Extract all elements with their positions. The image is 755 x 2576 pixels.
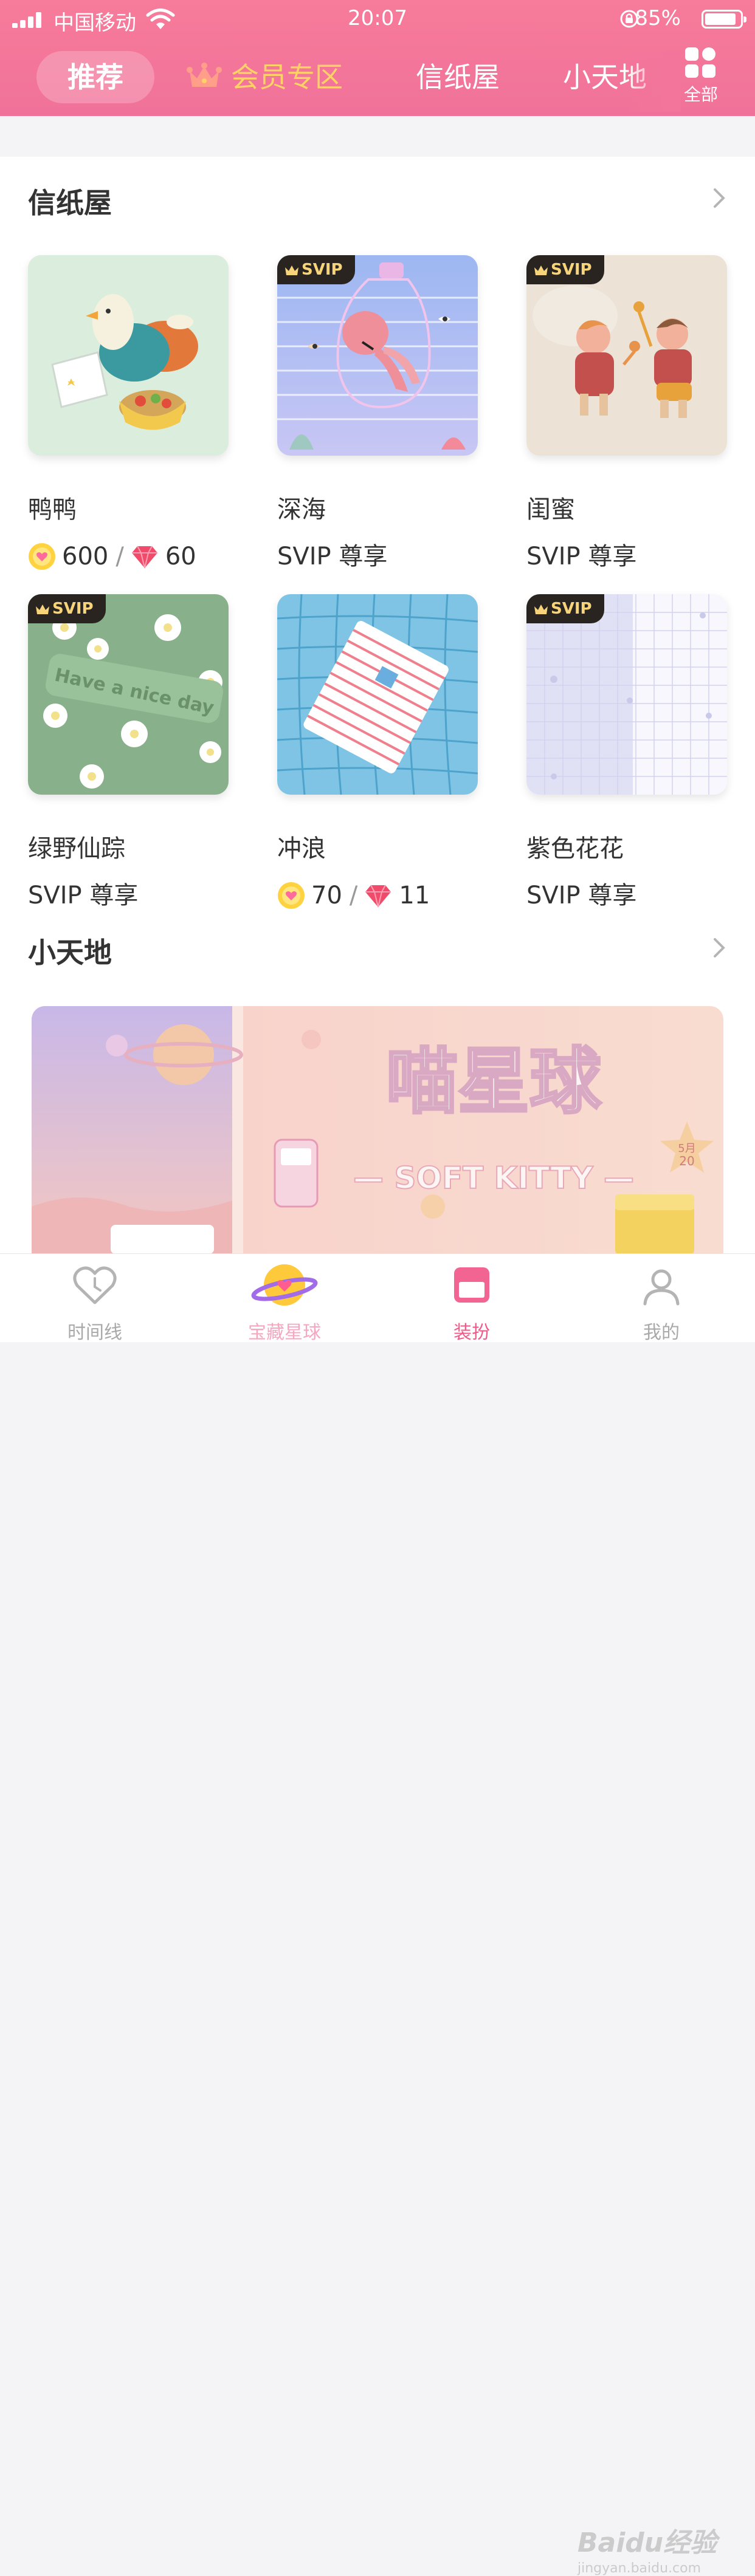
surf-illustration — [277, 594, 478, 795]
nav-treasure-planet-label: 宝藏星球 — [248, 1322, 321, 1343]
banner-title: 喵星球 — [386, 1040, 602, 1123]
tab-recommend[interactable]: 推荐 — [36, 51, 154, 103]
crown-icon — [187, 63, 222, 87]
item-name: 深海 — [277, 496, 326, 524]
section-title-letter-house: 信纸屋 — [28, 187, 112, 219]
svip-badge-label: SVIP — [551, 261, 592, 279]
nav-me[interactable]: 我的 — [601, 1254, 722, 1343]
shop-icon — [454, 1267, 489, 1303]
item-price: 600/ 60 — [28, 541, 229, 572]
item-name: 鸭鸭 — [28, 496, 77, 524]
profile-icon — [643, 1269, 680, 1306]
letter-item[interactable]: Have a nice day SVIP 绿野仙踪 SVIP 尊享 — [28, 594, 229, 911]
tab-letter-house[interactable]: 信纸屋 — [416, 51, 500, 103]
coin-icon — [29, 543, 55, 570]
item-thumbnail: Have a nice day SVIP — [28, 594, 229, 795]
crown-icon — [534, 605, 548, 614]
item-thumbnail: SVIP — [526, 594, 727, 795]
crown-icon — [285, 265, 298, 275]
planet-icon — [251, 1264, 318, 1306]
gem-icon — [365, 885, 391, 908]
price-separator: / — [349, 882, 358, 909]
green-field-illustration: Have a nice day — [28, 594, 229, 795]
banner-date-day: 20 — [679, 1154, 694, 1168]
nav-treasure-planet[interactable]: 宝藏星球 — [224, 1254, 345, 1343]
item-name: 冲浪 — [277, 835, 326, 863]
tab-vip-label: 会员专区 — [231, 61, 343, 94]
item-name: 绿野仙踪 — [28, 835, 125, 863]
item-price: SVIP 尊享 — [526, 882, 637, 909]
coin-price: 70 — [311, 882, 342, 909]
item-price: 70 / 11 — [277, 880, 478, 911]
svip-badge-label: SVIP — [551, 600, 592, 618]
item-name: 紫色花花 — [526, 835, 624, 863]
all-categories-button[interactable]: 全部 — [681, 47, 721, 106]
letter-item[interactable]: 鸭鸭 600/ 60 — [28, 255, 229, 572]
battery-percent: 85% — [635, 6, 681, 30]
all-categories-label: 全部 — [683, 84, 718, 104]
svip-badge-label: SVIP — [302, 261, 343, 279]
section-title-small-world: 小天地 — [28, 936, 112, 969]
crown-icon — [534, 265, 548, 275]
battery-icon — [702, 10, 746, 29]
letter-item[interactable]: SVIP 闺蜜 SVIP 尊享 — [526, 255, 727, 572]
svip-badge: SVIP — [526, 594, 604, 623]
price-separator: / — [115, 543, 124, 570]
chevron-right-icon[interactable] — [711, 936, 727, 960]
tabs-fade — [626, 51, 681, 112]
soft-kitty-banner-art: 喵星球 — SOFT KITTY — 5月 20 — [32, 1006, 723, 1254]
heart-clock-icon — [73, 1266, 117, 1304]
coin-icon — [278, 882, 305, 909]
nav-timeline-label: 时间线 — [67, 1322, 122, 1343]
baidu-watermark: Baidu经验 jingyan.baidu.com — [577, 2521, 717, 2576]
svip-badge: SVIP — [526, 255, 604, 284]
banner-date-month: 5月 — [678, 1142, 695, 1155]
small-world-banner[interactable]: 喵星球 — SOFT KITTY — 5月 20 — [32, 1006, 723, 1254]
watermark-sub: jingyan.baidu.com — [577, 2561, 702, 2576]
gem-price: 11 — [399, 882, 430, 909]
deep-sea-illustration — [277, 255, 478, 456]
nav-dressup[interactable]: 装扮 — [411, 1254, 533, 1343]
tab-vip-zone[interactable]: 会员专区 — [186, 51, 343, 103]
letter-item[interactable]: SVIP 紫色花花 SVIP 尊享 — [526, 594, 727, 911]
nav-me-label: 我的 — [643, 1322, 680, 1343]
purple-flower-illustration — [526, 594, 727, 795]
item-price: SVIP 尊享 — [526, 543, 637, 570]
gem-price: 60 — [165, 543, 196, 570]
duck-illustration — [28, 255, 229, 456]
svip-badge-label: SVIP — [52, 600, 94, 618]
crown-icon — [36, 605, 49, 614]
svip-badge: SVIP — [277, 255, 355, 284]
status-bar: 中国移动 20:07 85% — [0, 0, 755, 38]
nav-timeline[interactable]: 时间线 — [34, 1254, 156, 1343]
grid-icon — [685, 47, 717, 79]
watermark-main: Baidu经验 — [577, 2527, 717, 2558]
item-price: SVIP 尊享 — [277, 543, 388, 570]
bottom-nav: 时间线 宝藏星球 装扮 我的 Baidu经验 jingyan.baidu.com — [0, 1253, 755, 2576]
letter-item[interactable]: 冲浪 70 / 11 — [277, 594, 478, 911]
item-thumbnail: SVIP — [277, 255, 478, 456]
bestie-illustration — [526, 255, 727, 456]
chevron-right-icon[interactable] — [711, 186, 727, 210]
banner-subtitle: — SOFT KITTY — — [353, 1160, 634, 1196]
item-thumbnail — [277, 594, 478, 795]
coin-price: 600 — [62, 543, 109, 570]
gem-icon — [131, 546, 157, 569]
letter-item[interactable]: SVIP 深海 SVIP 尊享 — [277, 255, 478, 572]
item-thumbnail: SVIP — [526, 255, 727, 456]
item-price: SVIP 尊享 — [28, 882, 139, 909]
nav-dressup-label: 装扮 — [453, 1322, 490, 1343]
top-header: 中国移动 20:07 85% 推荐 会员专区 信纸屋 小天地 全部 — [0, 0, 755, 116]
item-name: 闺蜜 — [526, 496, 575, 524]
svip-badge: SVIP — [28, 594, 106, 623]
item-thumbnail — [28, 255, 229, 456]
